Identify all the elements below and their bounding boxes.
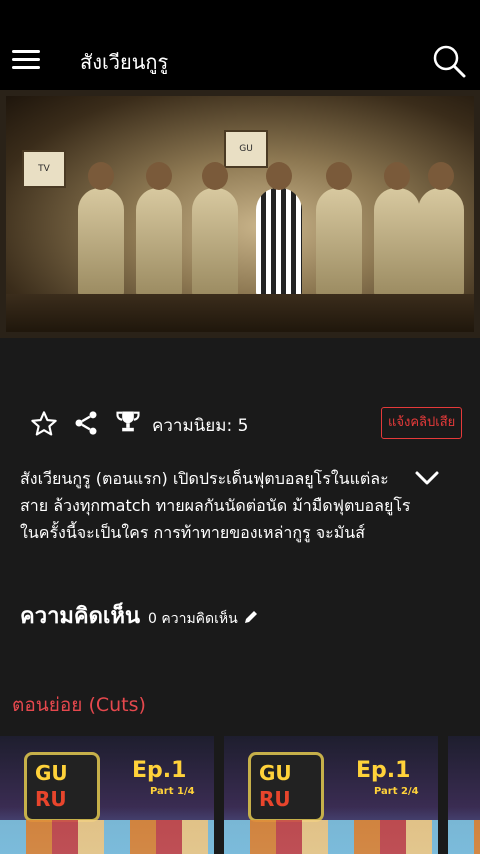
comments-title: ความคิดเห็น	[20, 604, 140, 629]
cast-strip	[0, 820, 214, 854]
cuts-list: GU RU Ep.1 Part 1/4 GU RU Ep.1 Part 2/4	[0, 736, 480, 854]
report-button[interactable]: แจ้งคลิปเสีย	[381, 407, 463, 439]
video-thumbnail[interactable]: TV GU	[0, 90, 480, 338]
cast-strip	[224, 820, 438, 854]
episode-label: Ep.1	[132, 758, 187, 783]
cut-thumbnail[interactable]: GU RU Ep.1 Part 2/4	[224, 736, 438, 854]
action-row: ความนิยม: 5 แจ้งคลิปเสีย	[0, 406, 480, 446]
cut-thumbnail-partial[interactable]	[448, 736, 480, 854]
menu-icon[interactable]	[12, 50, 40, 72]
comments-count: 0 ความคิดเห็น	[148, 611, 238, 627]
page-title: สังเวียนกูรู	[80, 50, 169, 74]
cut-thumbnail[interactable]: GU RU Ep.1 Part 1/4	[0, 736, 214, 854]
share-icon[interactable]	[72, 409, 100, 437]
chevron-down-icon[interactable]	[414, 468, 440, 488]
search-icon[interactable]	[432, 44, 466, 78]
part-label: Part 1/4	[150, 786, 195, 797]
pencil-icon[interactable]	[243, 609, 259, 625]
comments-header[interactable]: ความคิดเห็น 0 ความคิดเห็น	[20, 598, 259, 633]
cast-strip	[448, 820, 480, 854]
app-bar: สังเวียนกูรู	[0, 0, 480, 90]
trophy-icon	[116, 411, 140, 432]
guru-logo: GU RU	[248, 752, 324, 822]
popularity-count: ความนิยม: 5	[152, 416, 249, 436]
episode-label: Ep.1	[356, 758, 411, 783]
cuts-title: ตอนย่อย (Cuts)	[12, 694, 146, 716]
part-label: Part 2/4	[374, 786, 419, 797]
guru-logo: GU RU	[24, 752, 100, 822]
episode-description: สังเวียนกูรู (ตอนแรก) เปิดประเด็นฟุตบอลย…	[20, 469, 411, 542]
hero-frame	[0, 90, 480, 338]
star-icon[interactable]	[30, 410, 58, 438]
